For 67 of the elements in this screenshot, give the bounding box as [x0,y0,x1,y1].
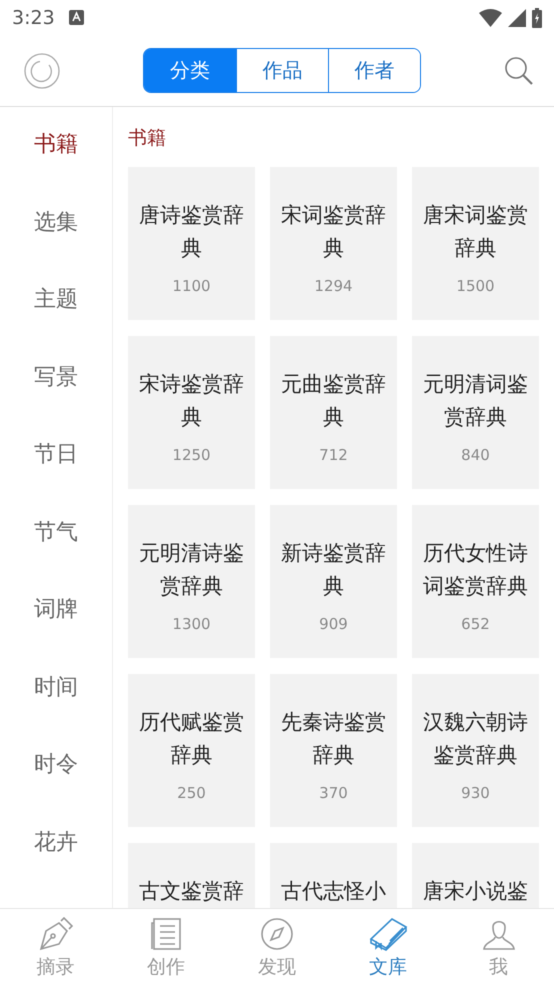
poem-count: 1100 [172,277,211,295]
poem-count: 250 [177,784,206,802]
book-card[interactable]: 历代女性诗词鉴赏辞典 652 [412,505,539,658]
search-icon[interactable] [504,56,534,86]
nav-tab[interactable]: 文库 [332,909,444,984]
sidebar-item[interactable]: 主题 [28,284,84,362]
poem-count: 840 [461,446,490,464]
book-title: 唐诗鉴赏辞典 [138,202,245,262]
book-card[interactable]: 唐宋小说鉴 [412,843,539,908]
book-title: 古文鉴赏辞 [138,878,245,905]
book-title: 元明清诗鉴赏辞典 [138,540,245,600]
book-card[interactable]: 元明清词鉴赏辞典 840 [412,336,539,489]
book-card[interactable]: 历代赋鉴赏辞典 250 [128,674,255,827]
book-card[interactable]: 先秦诗鉴赏辞典 370 [270,674,397,827]
sidebar-item[interactable]: 词牌 [28,594,84,672]
book-icon [368,917,408,951]
book-title: 元曲鉴赏辞典 [280,371,387,431]
pen-nib-icon [37,917,74,951]
book-title: 历代女性诗词鉴赏辞典 [422,540,529,600]
section-title: 书籍 [128,126,167,151]
book-title: 唐宋词鉴赏辞典 [422,202,529,262]
signal-icon [508,8,526,26]
sidebar-item[interactable]: 书籍 [28,129,84,206]
sidebar-item[interactable]: 时令 [28,749,84,826]
poem-count: 1250 [172,446,211,464]
book-card[interactable]: 宋词鉴赏辞典 1294 [270,167,397,320]
compass-icon [260,917,294,951]
poem-count: 370 [319,784,348,802]
sidebar-item[interactable]: 选集 [28,206,84,284]
book-card[interactable]: 唐宋词鉴赏辞典 1500 [412,167,539,320]
book-card[interactable]: 元明清诗鉴赏辞典 1300 [128,505,255,658]
poem-count: 652 [461,615,490,633]
book-title: 宋词鉴赏辞典 [280,202,387,262]
document-icon [150,917,182,951]
category-tab[interactable]: 分类 [144,49,236,92]
book-card[interactable]: 汉魏六朝诗鉴赏辞典 930 [412,674,539,827]
book-title: 新诗鉴赏辞典 [280,540,387,600]
sidebar-item[interactable]: 节气 [28,516,84,594]
poem-count: 1294 [314,277,353,295]
loading-icon[interactable] [24,52,60,88]
book-title: 唐宋小说鉴 [422,878,529,905]
book-title: 元明清词鉴赏辞典 [422,371,529,431]
wifi-icon [479,8,502,26]
book-card[interactable]: 元曲鉴赏辞典 712 [270,336,397,489]
poem-count: 1300 [172,615,211,633]
keyboard-notification-icon [68,10,84,25]
battery-icon [532,8,542,28]
category-tab[interactable]: 作者 [328,49,420,92]
book-title: 先秦诗鉴赏辞典 [280,709,387,769]
status-time: 3:23 [12,6,55,28]
poem-count: 909 [319,615,348,633]
book-title: 宋诗鉴赏辞典 [138,371,245,431]
sidebar-item[interactable]: 时间 [28,672,84,749]
sidebar-item[interactable]: 花卉 [28,826,84,904]
sidebar-item[interactable]: 节日 [28,439,84,516]
book-title: 汉魏六朝诗鉴赏辞典 [422,709,529,769]
poem-count: 1500 [456,277,495,295]
book-card[interactable]: 古代志怪小 [270,843,397,908]
book-title: 历代赋鉴赏辞典 [138,709,245,769]
book-title: 古代志怪小 [280,878,387,905]
book-card[interactable]: 古文鉴赏辞 [128,843,255,908]
book-card[interactable]: 唐诗鉴赏辞典 1100 [128,167,255,320]
sidebar-item[interactable]: 写景 [28,362,84,439]
book-card[interactable]: 新诗鉴赏辞典 909 [270,505,397,658]
poem-count: 712 [319,446,348,464]
poem-count: 930 [461,784,490,802]
book-card[interactable]: 宋诗鉴赏辞典 1250 [128,336,255,489]
